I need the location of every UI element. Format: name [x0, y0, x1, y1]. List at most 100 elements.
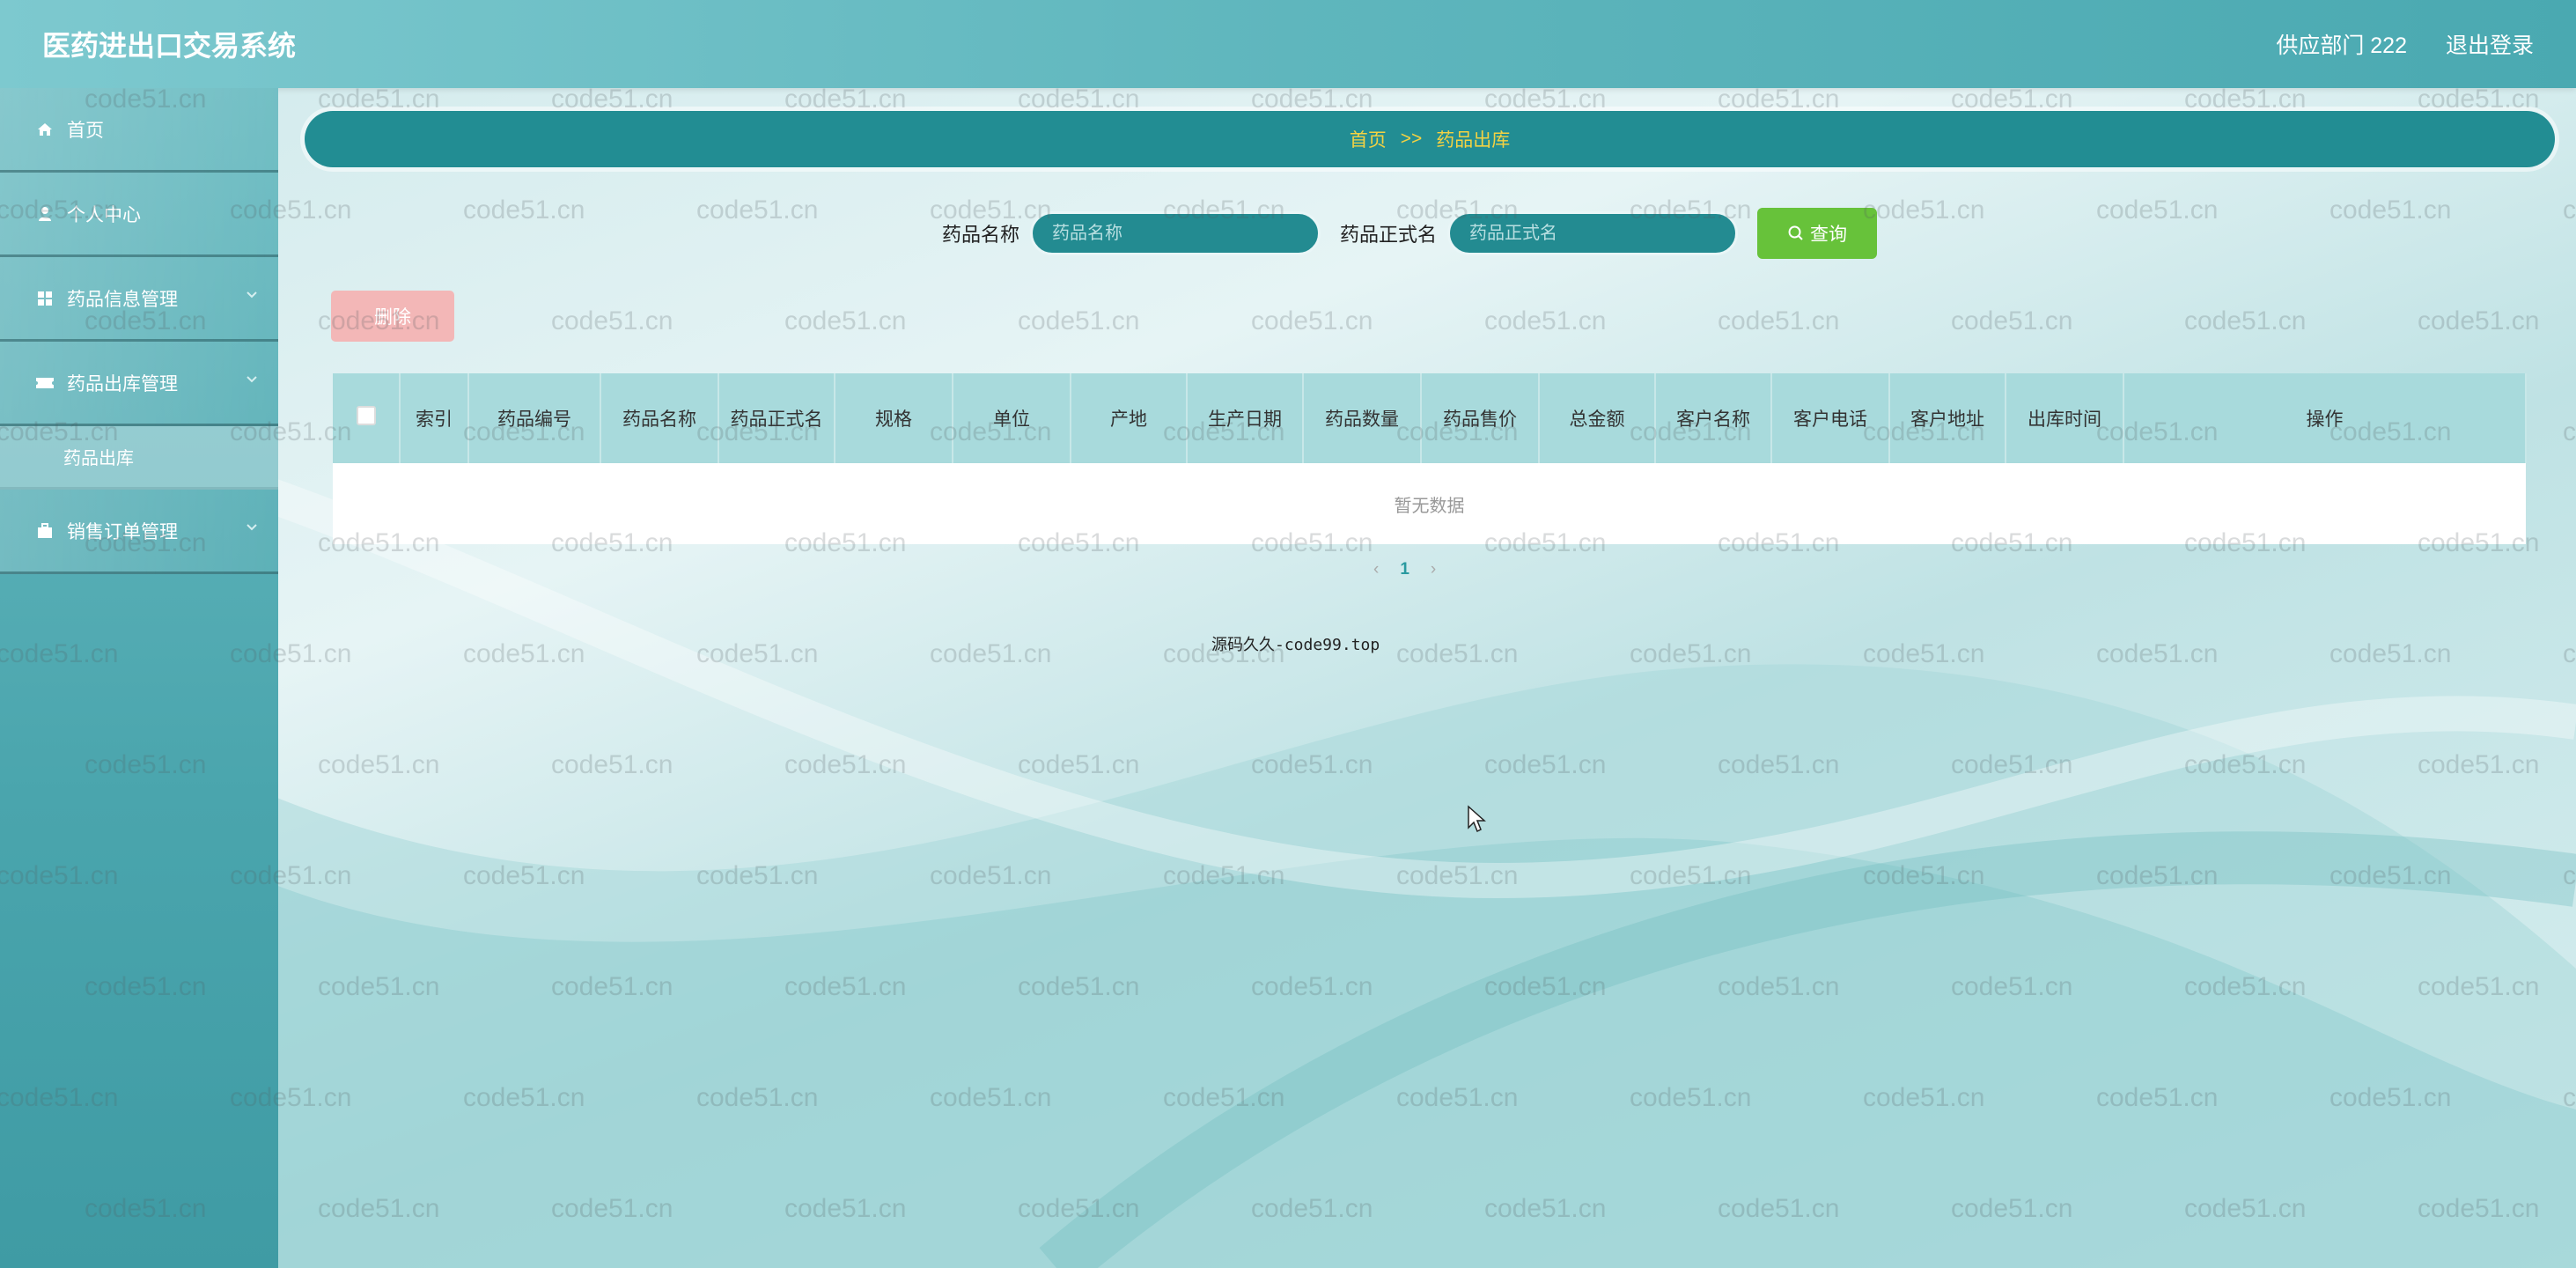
watermark-text: code51.cn	[1951, 306, 2073, 335]
watermark-text: code51.cn	[1396, 861, 1519, 890]
watermark-text: code51.cn	[1163, 861, 1285, 890]
watermark-text: code51.cn	[2096, 639, 2219, 668]
watermark-text: code51.cn	[1018, 1194, 1140, 1223]
watermark-text: code51.cn	[2184, 1194, 2307, 1223]
watermark-text: code51.cn	[1251, 1194, 1373, 1223]
watermark-text: code51.cn	[1018, 972, 1140, 1001]
sidebar-item-outbound[interactable]: 药品出库管理	[0, 342, 278, 426]
column-header: 药品正式名	[718, 373, 835, 463]
watermark-text: code51.cn	[784, 306, 907, 335]
watermark-text: code51.cn	[1484, 972, 1607, 1001]
select-all-header[interactable]	[333, 373, 401, 463]
watermark-text: code51.cn	[2096, 1083, 2219, 1112]
app-title: 医药进出口交易系统	[42, 30, 297, 62]
search-button[interactable]: 查询	[1757, 208, 1878, 259]
footer-note: 源码久久-code99.top	[1211, 636, 1380, 654]
prev-page-icon[interactable]: ‹	[1373, 560, 1379, 579]
drug-name-label: 药品名称	[942, 224, 1020, 246]
watermark-text: code51.cn	[551, 1194, 673, 1223]
watermark-text: code51.cn	[2563, 195, 2576, 225]
watermark-text: code51.cn	[784, 972, 907, 1001]
empty-row: 暂无数据	[333, 463, 2526, 544]
sidebar-item-drug-info[interactable]: 药品信息管理	[0, 257, 278, 342]
watermark-text: code51.cn	[1718, 85, 1840, 114]
column-header: 生产日期	[1187, 373, 1304, 463]
watermark-text: code51.cn	[1951, 1194, 2073, 1223]
watermark-text: code51.cn	[2418, 750, 2540, 779]
watermark-text: code51.cn	[551, 306, 673, 335]
sidebar: 首页 个人中心 药品信息管理 药品出库管理 药品出库 销售订单管理	[0, 88, 278, 1268]
watermark-text: code51.cn	[551, 972, 673, 1001]
watermark-text: code51.cn	[1251, 972, 1373, 1001]
column-header: 索引	[400, 373, 469, 463]
sidebar-item-home[interactable]: 首页	[0, 88, 278, 173]
watermark-text: code51.cn	[318, 1194, 440, 1223]
watermark-text: code51.cn	[2096, 861, 2219, 890]
watermark-text: code51.cn	[1251, 750, 1373, 779]
watermark-text: code51.cn	[2563, 1083, 2576, 1112]
ticket-icon	[35, 373, 55, 393]
sidebar-item-label: 个人中心	[67, 204, 141, 225]
column-header: 药品数量	[1303, 373, 1422, 463]
watermark-text: code51.cn	[2184, 972, 2307, 1001]
drug-formal-name-input[interactable]	[1447, 211, 1739, 255]
column-header: 规格	[835, 373, 953, 463]
watermark-text: code51.cn	[1630, 639, 1752, 668]
watermark-text: code51.cn	[1718, 1194, 1840, 1223]
chevron-down-icon	[247, 291, 257, 299]
next-page-icon[interactable]: ›	[1431, 560, 1436, 579]
watermark-text: code51.cn	[784, 750, 907, 779]
current-user: 供应部门 222	[2276, 33, 2407, 58]
watermark-text: code51.cn	[463, 639, 585, 668]
drug-name-input[interactable]	[1030, 211, 1321, 255]
watermark-text: code51.cn	[2096, 195, 2219, 225]
briefcase-icon	[35, 521, 55, 541]
search-bar: 药品名称 药品正式名 查询	[942, 208, 1878, 259]
watermark-text: code51.cn	[1018, 85, 1140, 114]
watermark-text: code51.cn	[696, 639, 819, 668]
breadcrumb-home[interactable]: 首页	[1350, 126, 1387, 152]
watermark-text: code51.cn	[1484, 750, 1607, 779]
logout-link[interactable]: 退出登录	[2446, 28, 2534, 60]
select-all-checkbox[interactable]	[356, 406, 376, 425]
sidebar-item-label: 药品信息管理	[67, 289, 178, 310]
watermark-text: code51.cn	[1863, 195, 1985, 225]
watermark-text: code51.cn	[2184, 306, 2307, 335]
current-page[interactable]: 1	[1400, 560, 1409, 579]
watermark-text: code51.cn	[930, 1083, 1052, 1112]
watermark-text: code51.cn	[1863, 1083, 1985, 1112]
mouse-cursor-icon	[1468, 805, 1486, 833]
header-actions: 供应部门 222 退出登录	[2276, 28, 2534, 60]
watermark-text: code51.cn	[318, 972, 440, 1001]
watermark-text: code51.cn	[2184, 85, 2307, 114]
top-bar: 医药进出口交易系统 供应部门 222 退出登录	[0, 0, 2576, 88]
watermark-text: code51.cn	[1163, 1083, 1285, 1112]
watermark-text: code51.cn	[2418, 972, 2540, 1001]
watermark-text: code51.cn	[463, 861, 585, 890]
sidebar-item-label: 首页	[67, 120, 104, 141]
watermark-text: code51.cn	[1718, 972, 1840, 1001]
grid-icon	[35, 289, 55, 308]
sidebar-item-sales-orders[interactable]: 销售订单管理	[0, 490, 278, 574]
delete-button[interactable]: 删除	[331, 291, 454, 342]
watermark-text: code51.cn	[784, 1194, 907, 1223]
watermark-text: code51.cn	[930, 639, 1052, 668]
sidebar-subitem-outbound[interactable]: 药品出库	[0, 426, 278, 490]
watermark-text: code51.cn	[318, 750, 440, 779]
watermark-text: code51.cn	[2418, 85, 2540, 114]
watermark-text: code51.cn	[2418, 306, 2540, 335]
sidebar-item-profile[interactable]: 个人中心	[0, 173, 278, 257]
watermark-text: code51.cn	[930, 861, 1052, 890]
watermark-text: code51.cn	[2418, 1194, 2540, 1223]
column-header: 单位	[953, 373, 1071, 463]
column-header: 客户名称	[1655, 373, 1772, 463]
watermark-text: code51.cn	[1396, 1083, 1519, 1112]
watermark-text: code51.cn	[318, 85, 440, 114]
watermark-text: code51.cn	[1251, 85, 1373, 114]
watermark-text: code51.cn	[1863, 861, 1985, 890]
chevron-down-icon	[247, 524, 257, 531]
drug-formal-name-label: 药品正式名	[1340, 224, 1438, 246]
outbound-table: 索引 药品编号 药品名称 药品正式名 规格 单位 产地 生产日期 药品数量 药品…	[333, 373, 2527, 544]
pagination: ‹ 1 ›	[1373, 560, 1436, 579]
watermark-text: code51.cn	[784, 85, 907, 114]
